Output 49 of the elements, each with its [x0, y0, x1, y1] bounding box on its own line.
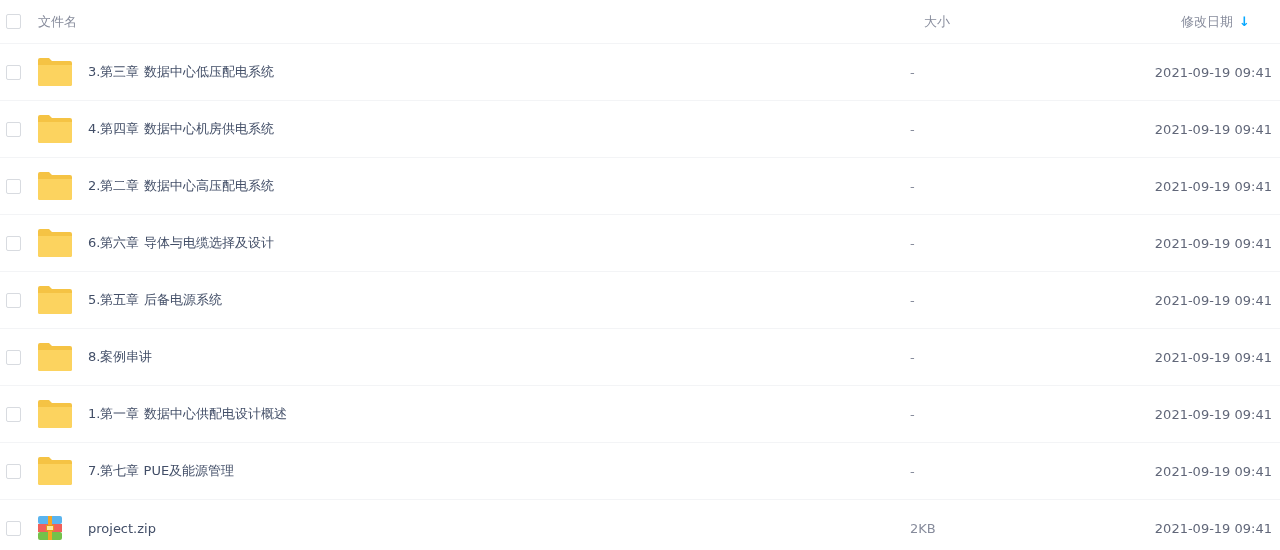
file-size: -: [910, 178, 915, 194]
file-name[interactable]: 7.第七章 PUE及能源管理: [88, 463, 235, 478]
select-all-checkbox[interactable]: [6, 14, 21, 29]
modified-date: 2021-09-19 09:41: [1154, 520, 1272, 536]
file-name[interactable]: project.zip: [88, 520, 156, 536]
folder-icon: [38, 343, 72, 371]
folder-icon: [38, 400, 72, 428]
row-checkbox[interactable]: [6, 121, 21, 137]
row-checkbox[interactable]: [6, 235, 21, 251]
file-name[interactable]: 1.第一章 数据中心供配电设计概述: [88, 406, 287, 421]
modified-date: 2021-09-19 09:41: [1154, 235, 1272, 251]
file-size: 2KB: [910, 520, 936, 536]
file-name[interactable]: 2.第二章 数据中心高压配电系统: [88, 178, 274, 193]
folder-icon: [38, 286, 72, 314]
row-checkbox[interactable]: [6, 64, 21, 80]
file-name[interactable]: 5.第五章 后备电源系统: [88, 292, 222, 307]
file-size: -: [910, 349, 915, 365]
file-size: -: [910, 235, 915, 251]
column-header[interactable]: 大小: [924, 13, 950, 29]
file-name[interactable]: 4.第四章 数据中心机房供电系统: [88, 121, 274, 136]
row-checkbox[interactable]: [6, 406, 21, 422]
row-checkbox[interactable]: [6, 178, 21, 194]
file-name[interactable]: 3.第三章 数据中心低压配电系统: [88, 64, 274, 79]
modified-date: 2021-09-19 09:41: [1154, 121, 1272, 137]
file-name[interactable]: 6.第六章 导体与电缆选择及设计: [88, 235, 274, 250]
folder-icon: [38, 172, 72, 200]
column-header[interactable]: 修改日期: [1181, 12, 1234, 31]
folder-icon: [38, 229, 72, 257]
row-checkbox[interactable]: [6, 349, 21, 365]
row-checkbox[interactable]: [6, 292, 21, 308]
file-size: -: [910, 463, 915, 479]
row-checkbox[interactable]: [6, 463, 21, 479]
folder-icon: [38, 457, 72, 485]
modified-date: 2021-09-19 09:41: [1154, 349, 1272, 365]
modified-date: 2021-09-19 09:41: [1154, 463, 1272, 479]
folder-icon: [38, 115, 72, 143]
file-size: -: [910, 292, 915, 308]
file-size: -: [910, 121, 915, 137]
modified-date: 2021-09-19 09:41: [1154, 64, 1272, 80]
modified-date: 2021-09-19 09:41: [1154, 292, 1272, 308]
file-size: -: [910, 64, 915, 80]
column-header[interactable]: 文件名: [38, 13, 77, 29]
modified-date: 2021-09-19 09:41: [1154, 406, 1272, 422]
row-checkbox[interactable]: [6, 520, 21, 536]
archive-icon: [38, 516, 62, 540]
file-name[interactable]: 8.案例串讲: [88, 349, 153, 364]
modified-date: 2021-09-19 09:41: [1154, 178, 1272, 194]
folder-icon: [38, 58, 72, 86]
file-size: -: [910, 406, 915, 422]
